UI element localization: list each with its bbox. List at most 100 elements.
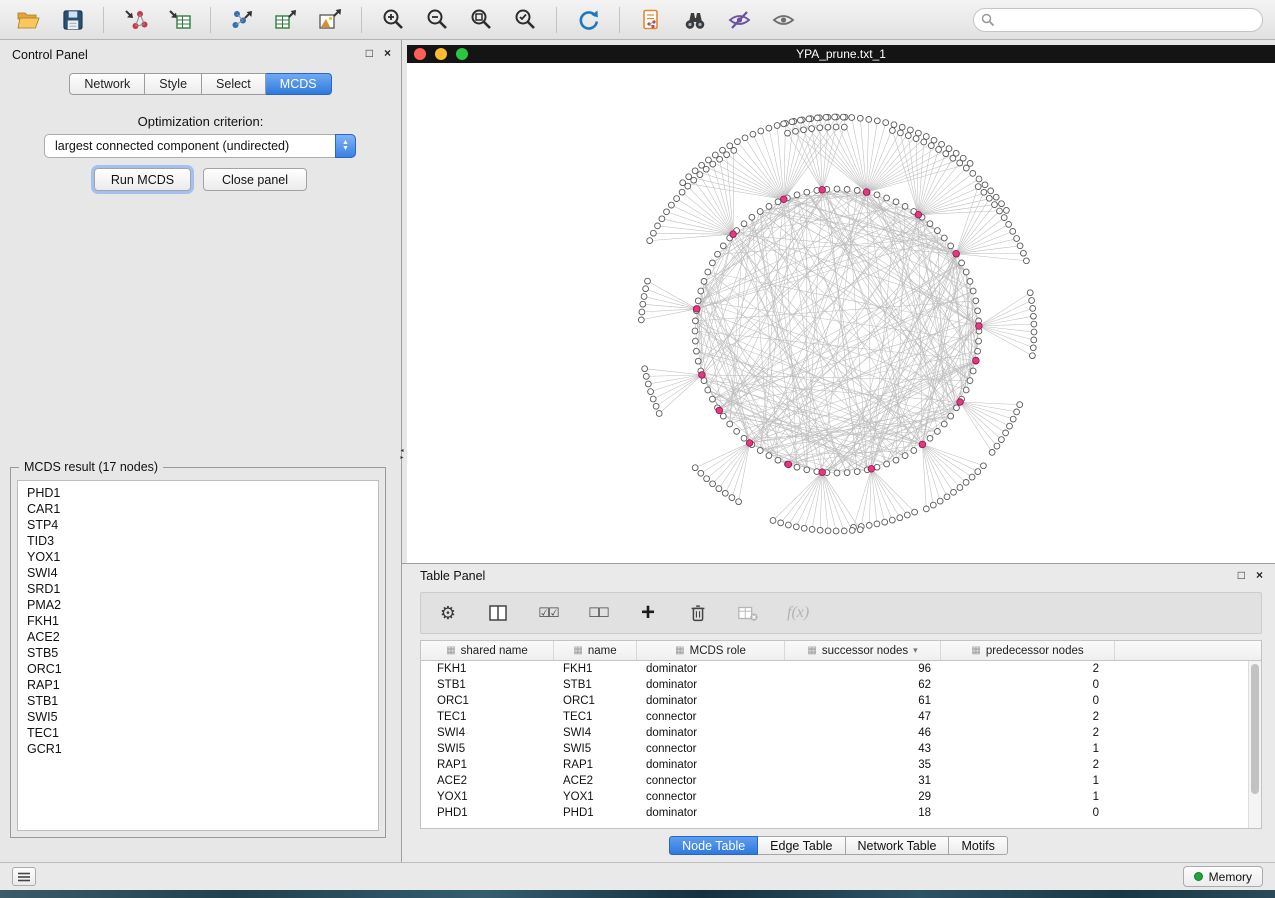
tab-mcds[interactable]: MCDS — [266, 73, 332, 95]
import-network-button[interactable] — [119, 4, 151, 36]
menu-icon — [18, 872, 30, 882]
table-row[interactable]: FKH1 FKH1 dominator 96 2 — [421, 661, 1261, 677]
close-panel-icon[interactable]: × — [384, 46, 391, 60]
select-all-button[interactable]: ☑☑ — [537, 600, 559, 626]
network-graph[interactable] — [407, 63, 1275, 563]
mcds-result-node[interactable]: PMA2 — [18, 597, 378, 613]
deselect-all-button[interactable]: ☐☐ — [587, 600, 609, 626]
table-row[interactable]: STB1 STB1 dominator 62 0 — [421, 677, 1261, 693]
mcds-result-list[interactable]: PHD1 CAR1 STP4 TID3 YOX1 SWI4 SRD1 PMA2 … — [17, 480, 379, 831]
close-panel-button[interactable]: Close panel — [203, 168, 307, 191]
mcds-result-node[interactable]: PHD1 — [18, 485, 378, 501]
show-panel-button[interactable] — [767, 4, 799, 36]
tab-motifs[interactable]: Motifs — [949, 836, 1007, 855]
table-row[interactable]: RAP1 RAP1 dominator 35 2 — [421, 757, 1261, 773]
mcds-result-node[interactable]: ORC1 — [18, 661, 378, 677]
zoom-out-button[interactable] — [421, 4, 453, 36]
mcds-result-node[interactable]: SWI5 — [18, 709, 378, 725]
zoom-in-button[interactable] — [377, 4, 409, 36]
table-row[interactable]: SWI5 SWI5 connector 43 1 — [421, 741, 1261, 757]
memory-button[interactable]: Memory — [1183, 866, 1263, 887]
table-row[interactable]: ORC1 ORC1 dominator 61 0 — [421, 693, 1261, 709]
export-network-button[interactable] — [226, 4, 258, 36]
tab-network[interactable]: Network — [69, 73, 145, 95]
splitter-handle[interactable]: ◂▸ — [398, 448, 406, 462]
gear-icon: ⚙ — [440, 603, 456, 624]
table-body: FKH1 FKH1 dominator 96 2 STB1 STB1 domin… — [421, 661, 1261, 821]
column-header-successor-nodes[interactable]: ▦ successor nodes ▾ — [785, 641, 941, 660]
control-panel-tabs: Network Style Select MCDS — [0, 73, 401, 95]
export-web-button[interactable] — [635, 4, 667, 36]
cell-mcds-role: connector — [637, 741, 785, 757]
mcds-result-node[interactable]: FKH1 — [18, 613, 378, 629]
tab-style[interactable]: Style — [145, 73, 202, 95]
optimization-criterion-select[interactable]: largest connected component (undirected)… — [44, 134, 356, 158]
delete-table-button[interactable] — [737, 600, 759, 626]
mcds-result-node[interactable]: STB1 — [18, 693, 378, 709]
column-header-mcds-role[interactable]: ▦ MCDS role — [637, 641, 785, 660]
zoom-selected-button[interactable] — [509, 4, 541, 36]
table-row[interactable]: PHD1 PHD1 dominator 18 0 — [421, 805, 1261, 821]
column-header-shared-name[interactable]: ▦ shared name — [421, 641, 554, 660]
function-builder-button[interactable]: f(x) — [787, 600, 809, 626]
mcds-result-node[interactable]: SRD1 — [18, 581, 378, 597]
export-table-button[interactable] — [270, 4, 302, 36]
mcds-result-node[interactable]: TEC1 — [18, 725, 378, 741]
tab-edge-table[interactable]: Edge Table — [758, 836, 845, 855]
table-row[interactable]: SWI4 SWI4 dominator 46 2 — [421, 725, 1261, 741]
plus-icon: + — [641, 599, 655, 627]
zoom-fit-button[interactable] — [465, 4, 497, 36]
table-panel: Table Panel □ × ⚙ ☑☑ ☐☐ + — [402, 563, 1275, 862]
table-settings-button[interactable]: ⚙ — [437, 600, 459, 626]
table-row[interactable]: TEC1 TEC1 connector 47 2 — [421, 709, 1261, 725]
run-mcds-button[interactable]: Run MCDS — [94, 168, 191, 191]
refresh-button[interactable] — [572, 4, 604, 36]
network-canvas[interactable] — [407, 63, 1275, 563]
mcds-result-node[interactable]: STP4 — [18, 517, 378, 533]
close-table-panel-icon[interactable]: × — [1256, 568, 1263, 582]
open-file-button[interactable] — [12, 4, 44, 36]
window-zoom-icon[interactable] — [456, 48, 468, 60]
mcds-result-node[interactable]: SWI4 — [18, 565, 378, 581]
window-close-icon[interactable] — [414, 48, 426, 60]
table-scrollbar[interactable] — [1248, 661, 1261, 828]
table-row[interactable]: YOX1 YOX1 connector 29 1 — [421, 789, 1261, 805]
cell-predecessor-nodes: 1 — [941, 773, 1115, 789]
cell-predecessor-nodes: 2 — [941, 661, 1115, 677]
tab-network-table[interactable]: Network Table — [846, 836, 950, 855]
float-panel-icon[interactable]: □ — [366, 46, 373, 60]
cell-predecessor-nodes: 2 — [941, 709, 1115, 725]
cell-shared-name: FKH1 — [421, 661, 554, 677]
mcds-result-node[interactable]: STB5 — [18, 645, 378, 661]
export-image-button[interactable] — [314, 4, 346, 36]
mcds-result-node[interactable]: ACE2 — [18, 629, 378, 645]
column-grid-icon: ▦ — [675, 645, 684, 656]
hide-panel-button[interactable] — [723, 4, 755, 36]
mcds-result-node[interactable]: YOX1 — [18, 549, 378, 565]
save-session-button[interactable] — [56, 4, 88, 36]
cell-predecessor-nodes: 0 — [941, 693, 1115, 709]
delete-column-button[interactable] — [687, 600, 709, 626]
find-button[interactable] — [679, 4, 711, 36]
binoculars-icon — [682, 7, 708, 33]
float-table-panel-icon[interactable]: □ — [1238, 568, 1245, 582]
mcds-result-node[interactable]: CAR1 — [18, 501, 378, 517]
mcds-result-node[interactable]: TID3 — [18, 533, 378, 549]
scrollbar-thumb[interactable] — [1251, 664, 1259, 794]
cell-successor-nodes: 31 — [785, 773, 941, 789]
column-header-predecessor-nodes[interactable]: ▦ predecessor nodes — [941, 641, 1115, 660]
add-column-button[interactable]: + — [637, 600, 659, 626]
window-minimize-icon[interactable] — [435, 48, 447, 60]
import-table-button[interactable] — [163, 4, 195, 36]
column-header-name[interactable]: ▦ name — [554, 641, 637, 660]
tab-select[interactable]: Select — [202, 73, 266, 95]
search-input[interactable] — [973, 8, 1263, 32]
cell-name: ORC1 — [554, 693, 637, 709]
panel-menu-button[interactable] — [12, 867, 36, 886]
tab-node-table[interactable]: Node Table — [669, 836, 758, 855]
mcds-result-node[interactable]: GCR1 — [18, 741, 378, 757]
mcds-result-node[interactable]: RAP1 — [18, 677, 378, 693]
show-columns-button[interactable] — [487, 600, 509, 626]
network-hub-node — [915, 211, 922, 218]
table-row[interactable]: ACE2 ACE2 connector 31 1 — [421, 773, 1261, 789]
